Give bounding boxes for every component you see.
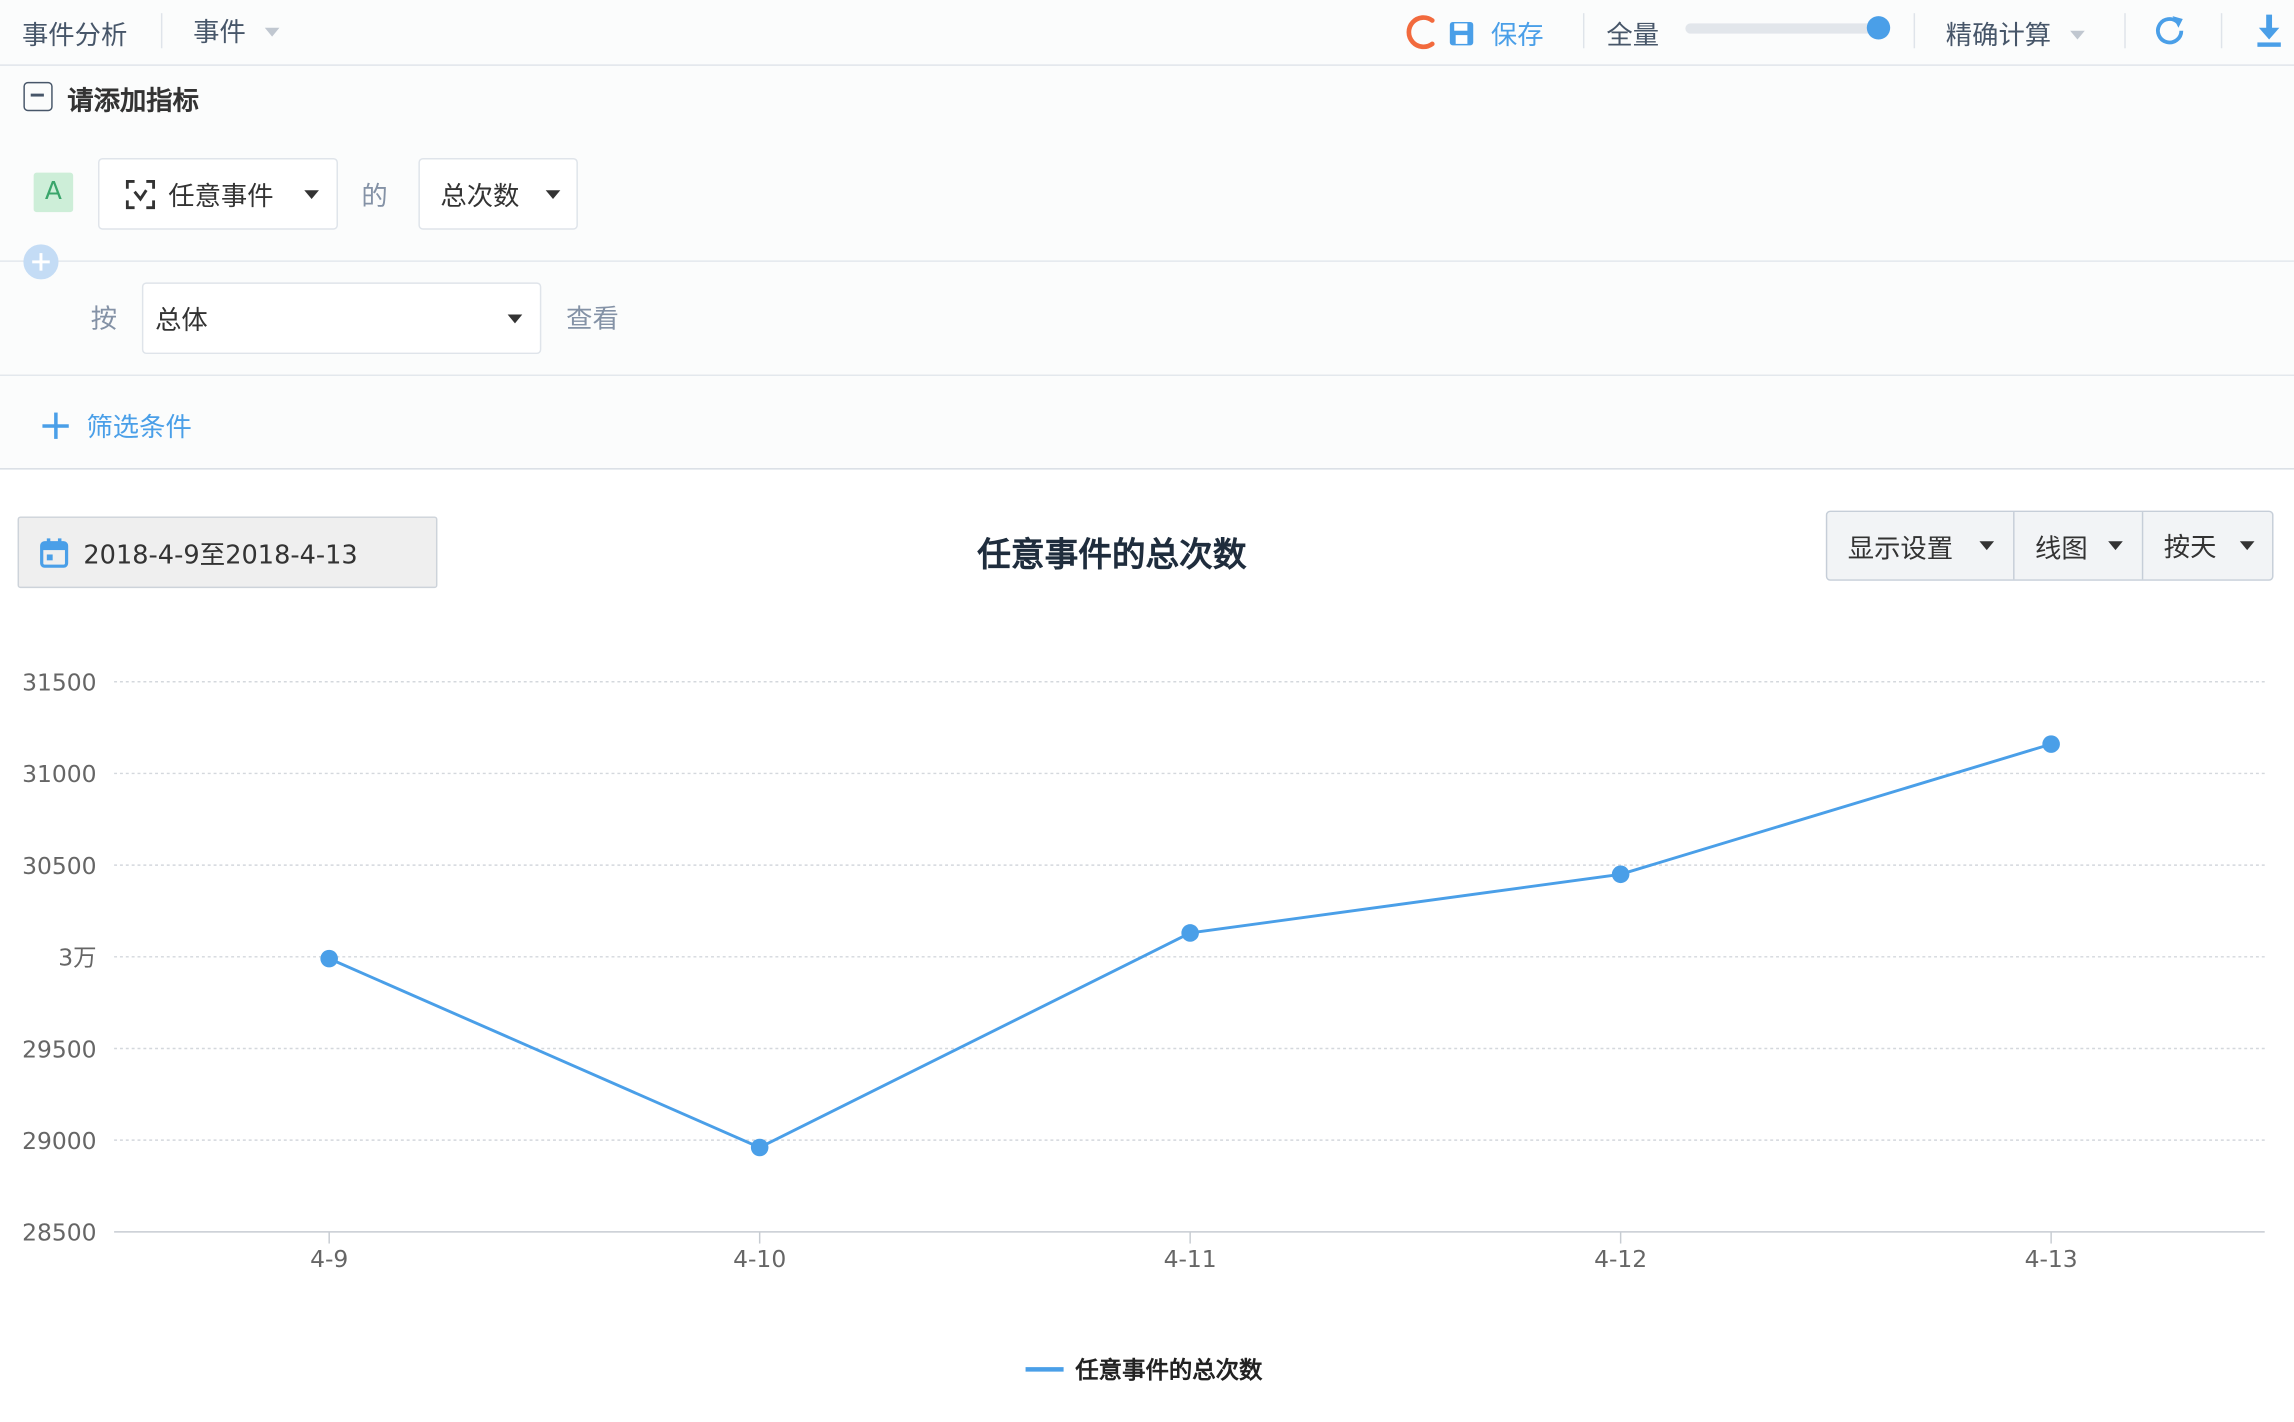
display-settings-label: 显示设置 — [1847, 533, 1954, 565]
chart-type-dropdown[interactable]: 线图 — [2015, 512, 2144, 580]
y-tick-label: 31000 — [22, 760, 96, 788]
by-label: 按 — [90, 304, 118, 336]
save-button[interactable]: 保存 — [1448, 15, 1544, 52]
data-point[interactable] — [320, 949, 338, 968]
section-divider — [0, 374, 2294, 376]
refresh-icon[interactable] — [2151, 12, 2189, 50]
brand-logo-icon — [1404, 12, 1439, 53]
chart-type-label: 线图 — [2035, 533, 2088, 565]
x-tick-label: 4-13 — [2025, 1245, 2078, 1273]
divider — [160, 13, 163, 49]
event-select[interactable]: 任意事件 — [98, 158, 338, 230]
display-settings-dropdown[interactable]: 显示设置 — [1827, 512, 2015, 580]
section-divider — [0, 260, 2294, 262]
divider — [1582, 13, 1585, 49]
event-menu-dropdown[interactable]: 事件 — [193, 12, 280, 53]
y-tick-label: 30500 — [22, 852, 96, 880]
collapse-icon[interactable] — [23, 81, 53, 112]
divider — [1913, 13, 1916, 49]
chart-controls: 显示设置 线图 按天 — [1825, 510, 2274, 581]
data-point[interactable] — [1611, 865, 1630, 884]
chevron-down-icon — [2070, 30, 2085, 40]
chevron-down-icon — [1979, 541, 1995, 551]
measure-select-value: 总次数 — [440, 181, 520, 213]
chart-title: 任意事件的总次数 — [977, 536, 1247, 575]
save-icon — [1449, 21, 1474, 46]
event-analysis-page: 事件分析 事件 保存 全量 精确计算 请添加指标 A 任意事件 的 总次数 按 … — [0, 0, 2294, 1422]
y-tick-label: 3万 — [58, 944, 96, 972]
granularity-dropdown[interactable]: 按天 — [2143, 512, 2272, 579]
chevron-down-icon — [2108, 541, 2123, 551]
line-chart: 28500 29000 29500 3万 30500 31000 31500 4-9 4-10 4… — [22, 669, 2265, 1384]
plus-icon — [42, 412, 69, 439]
x-tick-label: 4-12 — [1594, 1245, 1647, 1273]
calc-mode-dropdown[interactable]: 精确计算 — [1945, 15, 2085, 52]
x-tick-label: 4-9 — [310, 1245, 348, 1273]
download-icon[interactable] — [2253, 12, 2285, 50]
data-point[interactable] — [2042, 735, 2060, 753]
scan-icon — [125, 179, 156, 210]
of-label: 的 — [361, 181, 388, 213]
data-point[interactable] — [1181, 924, 1199, 942]
divider — [2124, 13, 2126, 49]
x-tick-label: 4-11 — [1164, 1245, 1217, 1273]
chevron-down-icon — [545, 190, 561, 199]
y-tick-label: 29500 — [22, 1035, 96, 1063]
series-line — [328, 742, 2052, 1150]
add-filter-label: 筛选条件 — [86, 412, 192, 444]
chevron-down-icon — [2239, 541, 2255, 551]
view-label: 查看 — [566, 304, 619, 336]
toolbar-divider — [0, 64, 2294, 66]
granularity-label: 按天 — [2163, 532, 2217, 564]
chevron-down-icon — [507, 314, 523, 324]
date-range-picker[interactable]: 2018-4-9至2018-4-13 — [17, 516, 438, 589]
measure-select[interactable]: 总次数 — [418, 158, 578, 230]
chevron-down-icon — [264, 27, 280, 37]
page-title: 事件分析 — [21, 20, 128, 52]
slider-handle[interactable] — [1866, 16, 1891, 40]
y-tick-label: 28500 — [22, 1219, 96, 1247]
date-range-value: 2018-4-9至2018-4-13 — [83, 541, 358, 571]
event-menu-label: 事件 — [193, 17, 246, 49]
group-by-select[interactable]: 总体 — [141, 282, 542, 355]
save-label: 保存 — [1490, 20, 1544, 52]
chevron-down-icon — [304, 190, 319, 199]
sample-slider[interactable] — [1685, 16, 1891, 42]
x-tick-label: 4-10 — [733, 1245, 786, 1273]
add-filter-button[interactable]: 筛选条件 — [41, 407, 192, 445]
metrics-header: 请添加指标 — [67, 86, 199, 118]
slider-track — [1685, 23, 1882, 34]
divider — [2220, 13, 2223, 49]
data-point[interactable] — [750, 1138, 769, 1157]
y-tick-label: 31500 — [22, 669, 96, 697]
add-metric-button[interactable] — [23, 244, 59, 280]
calc-mode-label: 精确计算 — [1945, 20, 2052, 52]
event-select-value: 任意事件 — [168, 181, 274, 213]
sample-label: 全量 — [1606, 20, 1660, 52]
y-tick-label: 29000 — [22, 1127, 96, 1155]
metric-badge: A — [33, 172, 74, 213]
legend-label: 任意事件的总次数 — [1074, 1356, 1263, 1384]
calendar-icon — [40, 538, 69, 568]
group-by-value: 总体 — [155, 305, 208, 337]
